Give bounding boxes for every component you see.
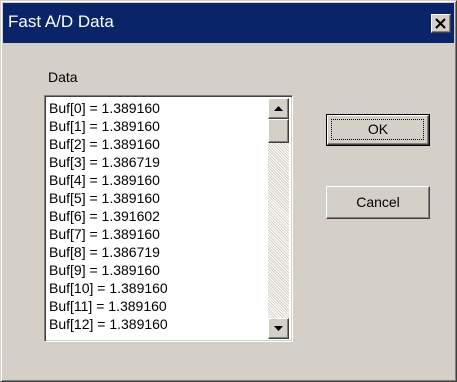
list-item[interactable]: Buf[12] = 1.389160: [48, 315, 266, 333]
data-list: Buf[0] = 1.389160 Buf[1] = 1.389160 Buf[2]…: [48, 99, 266, 338]
scroll-thumb[interactable]: [268, 119, 289, 143]
data-group-label: Data: [48, 69, 78, 85]
list-item[interactable]: Buf[2] = 1.389160: [48, 135, 266, 153]
dialog-window: Fast A/D Data Data Buf[0] = 1.389160 Buf[…: [0, 0, 457, 382]
close-icon: [435, 18, 446, 29]
list-item[interactable]: Buf[3] = 1.386719: [48, 153, 266, 171]
scroll-down-button[interactable]: [268, 318, 289, 339]
list-item[interactable]: Buf[0] = 1.389160: [48, 99, 266, 117]
vertical-scrollbar[interactable]: [268, 98, 289, 339]
ok-button-label: OK: [367, 121, 389, 137]
list-item[interactable]: Buf[9] = 1.389160: [48, 261, 266, 279]
cancel-button-label: Cancel: [356, 194, 400, 210]
window-title: Fast A/D Data: [8, 12, 114, 31]
close-button[interactable]: [431, 14, 451, 33]
list-item[interactable]: Buf[4] = 1.389160: [48, 171, 266, 189]
ok-button[interactable]: OK: [326, 114, 430, 146]
list-item[interactable]: Buf[7] = 1.389160: [48, 225, 266, 243]
triangle-up-icon: [274, 106, 283, 111]
list-item[interactable]: Buf[1] = 1.389160: [48, 117, 266, 135]
triangle-down-icon: [274, 326, 283, 331]
list-item[interactable]: Buf[6] = 1.391602: [48, 207, 266, 225]
list-item[interactable]: Buf[10] = 1.389160: [48, 279, 266, 297]
list-item[interactable]: Buf[8] = 1.386719: [48, 243, 266, 261]
list-item[interactable]: Buf[5] = 1.389160: [48, 189, 266, 207]
list-item[interactable]: Buf[11] = 1.389160: [48, 297, 266, 315]
scroll-up-button[interactable]: [268, 98, 289, 119]
data-listbox[interactable]: Buf[0] = 1.389160 Buf[1] = 1.389160 Buf[2]…: [44, 95, 293, 342]
cancel-button[interactable]: Cancel: [326, 186, 430, 219]
title-bar[interactable]: Fast A/D Data: [3, 3, 454, 43]
